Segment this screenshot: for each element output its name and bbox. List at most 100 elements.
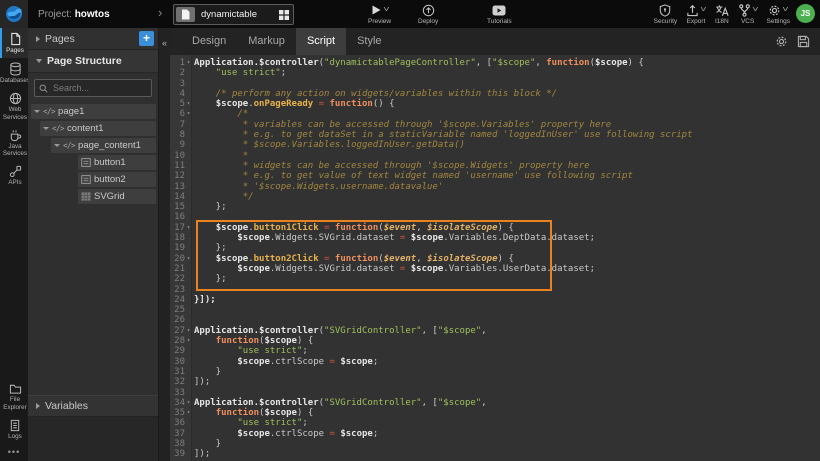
tree-node-svgrid[interactable]: SVGrid [78, 189, 156, 204]
panel-splitter[interactable]: « [159, 28, 170, 461]
code-line[interactable]: 17▾ $scope.button1Click = function($even… [170, 223, 820, 233]
deploy-button[interactable]: Deploy [418, 3, 438, 26]
code-line[interactable]: 26 [170, 315, 820, 325]
add-page-button[interactable]: + [139, 31, 154, 46]
variables-panel-header[interactable]: Variables [28, 395, 158, 417]
breadcrumb-chevron-icon: › [158, 5, 162, 20]
page-grid-icon[interactable] [279, 10, 289, 20]
tab-style[interactable]: Style [346, 28, 392, 55]
save-icon[interactable] [797, 35, 810, 48]
sidebar-item-java-services[interactable]: Java Services [0, 125, 28, 161]
export-button[interactable]: ˅ Export [686, 3, 706, 26]
code-line[interactable]: 6▾ /* [170, 109, 820, 119]
play-icon [370, 4, 382, 16]
chevron-down-icon: ˅ [700, 5, 707, 15]
tab-design[interactable]: Design [181, 28, 237, 55]
export-icon [686, 4, 699, 17]
left-icon-rail: Pages Databases Web Services Java Servic… [0, 28, 28, 461]
code-line[interactable]: 27▾Application.$controller("SVGridContro… [170, 326, 820, 336]
wavemaker-logo-icon [5, 5, 23, 23]
code-line[interactable]: 32]); [170, 377, 820, 387]
vcs-button[interactable]: ˅ VCS [738, 3, 758, 26]
code-line[interactable]: 37 $scope.ctrlScope = $scope; [170, 429, 820, 439]
script-editor[interactable]: 1▾Application.$controller("dynamictableP… [170, 55, 820, 461]
code-line[interactable]: 12 * e.g. to get value of text widget na… [170, 171, 820, 181]
rail-spacer [0, 191, 28, 380]
topbar-right-menus: Security ˅ Export I18N ˅ VC [654, 3, 790, 26]
page-structure-header[interactable]: Page Structure [28, 50, 158, 73]
code-line[interactable]: 34▾Application.$controller("SVGridContro… [170, 398, 820, 408]
logs-icon [9, 419, 21, 432]
code-line[interactable]: 19 }; [170, 243, 820, 253]
folder-icon [9, 383, 22, 395]
preview-button[interactable]: ˅ Preview [368, 3, 391, 26]
code-line[interactable]: 13 * '$scope.Widgets.username.datavalue' [170, 182, 820, 192]
pages-icon [9, 32, 22, 46]
code-line[interactable]: 23 [170, 285, 820, 295]
code-line[interactable]: 5▾ $scope.onPageReady = function() { [170, 99, 820, 109]
tree-node-page1[interactable]: </> page1 [31, 104, 156, 119]
code-line[interactable]: 11 * widgets can be accessed through '$s… [170, 161, 820, 171]
code-line[interactable]: 14 */ [170, 192, 820, 202]
tutorials-icon [492, 5, 506, 16]
i18n-button[interactable]: I18N [715, 3, 729, 26]
code-line[interactable]: 39]); [170, 449, 820, 459]
code-line[interactable]: 35▾ function($scope) { [170, 408, 820, 418]
settings-button[interactable]: ˅ Settings [767, 3, 791, 26]
tree-node-page-content1[interactable]: </> page_content1 [51, 138, 156, 153]
code-line[interactable]: 3 [170, 79, 820, 89]
container-widget-icon: </> [63, 141, 75, 150]
code-line[interactable]: 1▾Application.$controller("dynamictableP… [170, 58, 820, 68]
code-line[interactable]: 2 "use strict"; [170, 68, 820, 78]
code-line[interactable]: 38 } [170, 439, 820, 449]
code-line[interactable]: 25 [170, 305, 820, 315]
sidebar-item-logs[interactable]: Logs [0, 415, 28, 444]
security-button[interactable]: Security [654, 3, 677, 26]
caret-down-icon [43, 127, 49, 130]
code-line[interactable]: 29 "use strict"; [170, 346, 820, 356]
sidebar-item-pages[interactable]: Pages [0, 28, 28, 58]
pages-panel-header[interactable]: Pages + [28, 28, 158, 50]
deploy-icon [422, 4, 435, 17]
code-line[interactable]: 4 /* perform any action on widgets/varia… [170, 89, 820, 99]
editor-settings-gear-icon[interactable] [775, 35, 788, 48]
api-nodes-icon [9, 165, 22, 178]
chevron-down-icon: ˅ [383, 5, 390, 15]
sidebar-item-web-services[interactable]: Web Services [0, 88, 28, 124]
code-line[interactable]: 36 "use strict"; [170, 418, 820, 428]
panel-bottom-spacer [28, 417, 158, 461]
sidebar-item-file-explorer[interactable]: File Explorer [0, 379, 28, 414]
container-widget-icon: </> [43, 107, 55, 116]
page-tab-dynamictable[interactable]: dynamictable [173, 4, 294, 25]
code-line[interactable]: 24}]); [170, 295, 820, 305]
code-line[interactable]: 21 $scope.Widgets.SVGrid.dataset = $scop… [170, 264, 820, 274]
code-line[interactable]: 8 * e.g. to get dataSet in a staticVaria… [170, 130, 820, 140]
code-line[interactable]: 16 [170, 212, 820, 222]
code-line[interactable]: 18 $scope.Widgets.SVGrid.dataset = $scop… [170, 233, 820, 243]
tab-script[interactable]: Script [296, 28, 346, 55]
code-line[interactable]: 33 [170, 388, 820, 398]
code-line[interactable]: 28▾ function($scope) { [170, 336, 820, 346]
code-line[interactable]: 15 }; [170, 202, 820, 212]
sidebar-item-apis[interactable]: APIs [0, 161, 28, 190]
code-line[interactable]: 9 * $scope.Variables.loggedInUser.getDat… [170, 140, 820, 150]
tree-node-content1[interactable]: </> content1 [40, 121, 156, 136]
shield-icon [659, 4, 671, 17]
code-line[interactable]: 20▾ $scope.button2Click = function($even… [170, 254, 820, 264]
tutorials-button[interactable]: Tutorials [487, 3, 512, 26]
tab-markup[interactable]: Markup [237, 28, 296, 55]
app-logo[interactable] [0, 0, 28, 28]
code-line[interactable]: 7 * variables can be accessed through '$… [170, 120, 820, 130]
code-line[interactable]: 22 }; [170, 274, 820, 284]
more-options-icon[interactable]: ••• [0, 444, 28, 461]
collapse-panel-icon[interactable]: « [159, 36, 170, 50]
code-line[interactable]: 10 * [170, 151, 820, 161]
user-avatar[interactable]: JS [796, 4, 815, 23]
code-line[interactable]: 31 } [170, 367, 820, 377]
page-structure-tree: </> page1 </> content1 </> page_content1… [28, 101, 158, 395]
tree-node-button2[interactable]: button2 [78, 172, 156, 187]
sidebar-item-databases[interactable]: Databases [0, 58, 28, 88]
tree-node-button1[interactable]: button1 [78, 155, 156, 170]
search-input[interactable] [51, 82, 147, 94]
code-line[interactable]: 30 $scope.ctrlScope = $scope; [170, 357, 820, 367]
